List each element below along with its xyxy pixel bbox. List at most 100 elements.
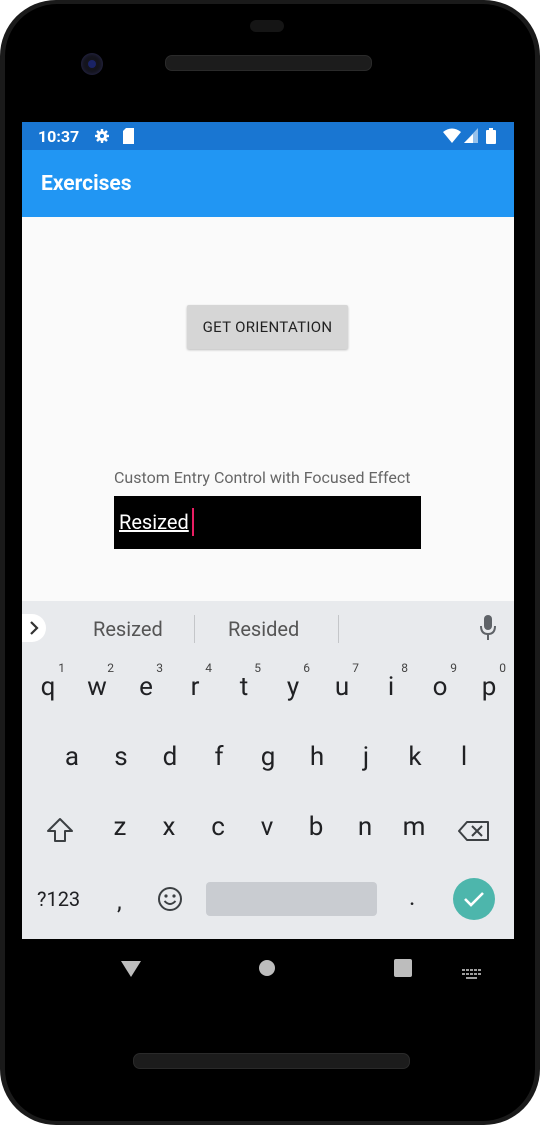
front-camera	[81, 53, 103, 75]
status-time: 10:37	[38, 127, 80, 146]
comma-key[interactable]: ,	[117, 887, 122, 915]
back-icon[interactable]	[120, 960, 142, 982]
symbols-key[interactable]: ?123	[37, 887, 80, 911]
suggestion-1[interactable]: Resized	[93, 617, 163, 641]
signal-icon	[464, 128, 478, 147]
key-p[interactable]: p0	[466, 657, 512, 717]
key-letter: d	[162, 742, 178, 772]
check-icon	[464, 892, 484, 907]
navigation-bar	[22, 939, 514, 997]
key-a[interactable]: a	[49, 727, 95, 787]
bottom-speaker	[133, 1053, 410, 1069]
key-b[interactable]: b	[293, 797, 339, 857]
key-letter: s	[114, 742, 128, 772]
sd-card-icon	[122, 128, 135, 148]
period-key[interactable]: .	[409, 883, 415, 911]
key-q[interactable]: q1	[25, 657, 71, 717]
key-letter: i	[387, 672, 395, 702]
key-t[interactable]: t5	[221, 657, 267, 717]
custom-entry-field[interactable]: Resized	[114, 496, 421, 549]
shift-icon[interactable]	[46, 817, 74, 847]
space-bar[interactable]	[206, 882, 377, 916]
key-u[interactable]: u7	[319, 657, 365, 717]
enter-key[interactable]	[453, 878, 495, 920]
key-f[interactable]: f	[196, 727, 242, 787]
key-letter: z	[113, 812, 127, 842]
gear-icon	[94, 128, 110, 148]
key-letter: b	[308, 812, 324, 842]
home-icon[interactable]	[258, 959, 276, 981]
key-letter: p	[481, 672, 497, 702]
key-i[interactable]: i8	[368, 657, 414, 717]
key-v[interactable]: v	[244, 797, 290, 857]
key-x[interactable]: x	[146, 797, 192, 857]
key-r[interactable]: r4	[172, 657, 218, 717]
suggestion-bar: Resized Resided	[22, 601, 514, 656]
key-letter: j	[362, 742, 370, 772]
key-letter: e	[139, 672, 153, 702]
earpiece-speaker	[165, 55, 372, 71]
key-letter: h	[309, 742, 325, 772]
key-number-hint: 9	[450, 661, 457, 675]
key-letter: r	[190, 672, 200, 702]
text-cursor	[192, 508, 194, 536]
key-number-hint: 6	[303, 661, 310, 675]
emoji-icon[interactable]	[157, 886, 183, 916]
key-n[interactable]: n	[342, 797, 388, 857]
wifi-icon	[443, 128, 461, 147]
key-z[interactable]: z	[97, 797, 143, 857]
backspace-icon[interactable]	[458, 821, 490, 845]
key-letter: a	[64, 742, 80, 772]
key-e[interactable]: e3	[123, 657, 169, 717]
key-letter: c	[211, 812, 225, 842]
key-number-hint: 0	[499, 661, 506, 675]
page-title: Exercises	[41, 172, 132, 196]
key-letter: m	[402, 812, 426, 842]
key-l[interactable]: l	[441, 727, 487, 787]
key-number-hint: 2	[107, 661, 114, 675]
key-letter: k	[408, 742, 422, 772]
status-bar: 10:37	[22, 122, 514, 150]
key-number-hint: 5	[254, 661, 261, 675]
app-bar: Exercises	[22, 150, 514, 217]
top-speaker-slot	[250, 20, 284, 32]
key-letter: u	[334, 672, 350, 702]
recents-icon[interactable]	[394, 959, 412, 981]
key-o[interactable]: o9	[417, 657, 463, 717]
key-s[interactable]: s	[98, 727, 144, 787]
key-letter: o	[432, 672, 448, 702]
key-letter: g	[260, 742, 276, 772]
get-orientation-button[interactable]: GET ORIENTATION	[187, 305, 348, 349]
key-number-hint: 3	[156, 661, 163, 675]
chevron-right-icon[interactable]	[22, 614, 46, 642]
key-number-hint: 7	[352, 661, 359, 675]
keyboard-switch-icon[interactable]	[462, 964, 482, 983]
key-g[interactable]: g	[245, 727, 291, 787]
key-j[interactable]: j	[343, 727, 389, 787]
key-c[interactable]: c	[195, 797, 241, 857]
key-letter: q	[40, 672, 56, 702]
key-h[interactable]: h	[294, 727, 340, 787]
key-m[interactable]: m	[391, 797, 437, 857]
battery-icon	[486, 128, 496, 148]
key-d[interactable]: d	[147, 727, 193, 787]
key-number-hint: 4	[205, 661, 212, 675]
device-screen: 10:37 Exercises GET ORIENTATION Custom E…	[22, 122, 514, 939]
key-number-hint: 8	[401, 661, 408, 675]
key-letter: y	[286, 672, 300, 702]
key-w[interactable]: w2	[74, 657, 120, 717]
entry-value: Resized	[119, 510, 189, 534]
key-letter: w	[87, 672, 107, 702]
key-letter: x	[162, 812, 176, 842]
microphone-icon[interactable]	[480, 615, 496, 645]
key-letter: n	[357, 812, 373, 842]
key-y[interactable]: y6	[270, 657, 316, 717]
suggestion-2[interactable]: Resided	[228, 617, 299, 641]
key-letter: f	[214, 742, 224, 772]
key-k[interactable]: k	[392, 727, 438, 787]
soft-keyboard: Resized Resided ?123 , . q1w2e3r4t5y6u7i…	[22, 601, 514, 939]
key-letter: t	[239, 672, 249, 702]
suggestion-divider	[194, 615, 195, 643]
key-letter: v	[260, 812, 274, 842]
key-number-hint: 1	[58, 661, 65, 675]
